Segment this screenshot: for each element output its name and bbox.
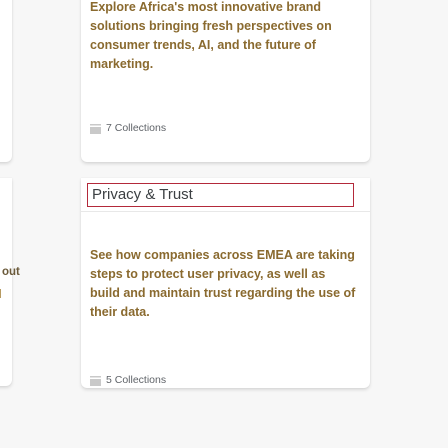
card-collections-count[interactable]: 7 Collections <box>90 122 166 134</box>
card-description: See how companies across EMEA are taking… <box>90 248 356 319</box>
card-collections-count[interactable]: 5 Collections <box>90 374 166 386</box>
left-card-partial-text: out <box>2 266 20 278</box>
collections-stack-icon <box>90 375 101 386</box>
collections-count-label: 7 Collections <box>106 122 167 134</box>
card-divider <box>81 211 370 212</box>
left-card-text-cursor <box>0 289 1 298</box>
collection-card-privacy-trust[interactable]: Privacy & Trust See how companies across… <box>81 178 370 388</box>
card-description: Explore Africa's most innovative brand s… <box>90 0 332 71</box>
left-card-top[interactable] <box>0 0 12 162</box>
left-card-bottom[interactable] <box>0 178 12 386</box>
collections-stack-icon <box>90 123 101 134</box>
collection-card-africa[interactable]: Explore Africa's most innovative brand s… <box>81 0 370 162</box>
collections-count-label: 5 Collections <box>106 374 167 386</box>
card-title[interactable]: Privacy & Trust <box>87 183 354 207</box>
